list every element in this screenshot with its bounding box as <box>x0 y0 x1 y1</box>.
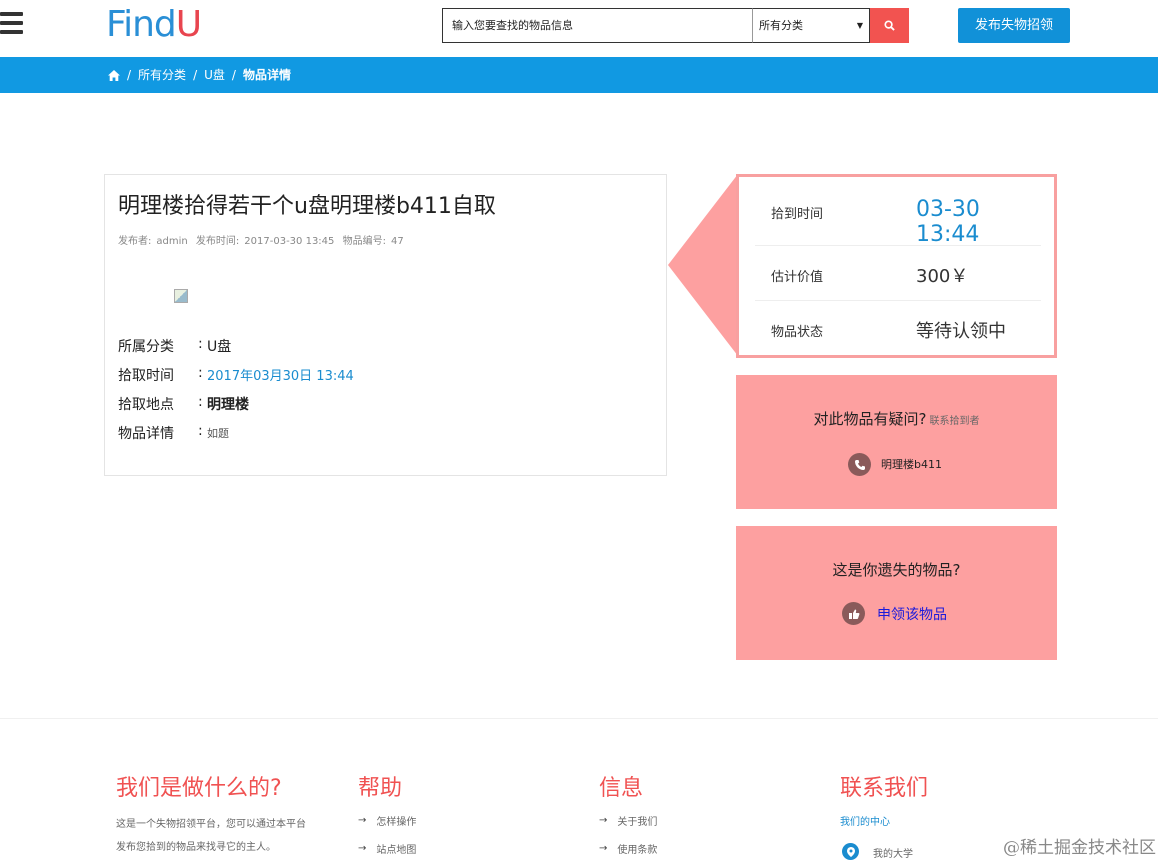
breadcrumb-item-usb[interactable]: U盘 <box>204 57 225 93</box>
divider <box>755 300 1041 301</box>
header: FindU 输入您要查找的物品信息 所有分类 ▼ 发布失物招领 <box>0 0 1169 57</box>
item-image <box>174 289 188 303</box>
detail-colon: : <box>198 336 203 352</box>
detail-row-time: 拾取时间 : 2017年03月30日 13:44 <box>118 365 354 385</box>
footer-info-link[interactable]: → 关于我们 <box>599 813 657 828</box>
footer-link-label: 站点地图 <box>376 845 417 856</box>
arrow-right-icon: → <box>599 815 608 826</box>
logo[interactable]: FindU <box>106 3 202 47</box>
detail-label: 所属分类 <box>118 339 174 355</box>
publisher-label: 发布者: <box>118 236 152 247</box>
footer-link-label: 关于我们 <box>617 817 658 828</box>
footer-info-link[interactable]: → 使用条款 <box>599 841 657 856</box>
detail-label: 物品详情 <box>118 426 174 442</box>
detail-colon: : <box>198 394 203 410</box>
footer-help-title: 帮助 <box>358 776 403 801</box>
location-pin-icon <box>842 843 859 860</box>
footer-contact-title: 联系我们 <box>840 776 929 801</box>
detail-row-description: 物品详情 : 如题 <box>118 423 229 443</box>
arrow-right-icon: → <box>358 815 367 826</box>
breadcrumb-separator: / <box>231 68 236 82</box>
footer-about-text: 这是一个失物招领平台，您可以通过本平台 <box>116 819 306 830</box>
claim-box: 这是你遗失的物品? 申领该物品 <box>736 526 1057 660</box>
footer-help-link[interactable]: → 站点地图 <box>358 841 416 856</box>
detail-row-category: 所属分类 : U盘 <box>118 336 231 356</box>
dropdown-caret-icon: ▼ <box>856 21 863 30</box>
phone-icon <box>848 453 871 476</box>
search-button[interactable] <box>870 8 909 43</box>
breadcrumb: / 所有分类 / U盘 / 物品详情 <box>0 57 1158 93</box>
contact-question-text: 对此物品有疑问? <box>813 410 927 428</box>
info-value: 300￥ <box>916 266 969 287</box>
contact-box: 对此物品有疑问? 联系拾到者 明理楼b411 <box>736 375 1057 509</box>
detail-value: 如题 <box>207 427 229 440</box>
item-info-box: 拾到时间 03-30 13:44 估计价值 300￥ 物品状态 等待认领中 <box>736 174 1057 358</box>
breadcrumb-separator: / <box>193 68 198 82</box>
claim-question: 这是你遗失的物品? <box>832 561 961 579</box>
claim-item-link[interactable]: 申领该物品 <box>877 604 947 624</box>
info-value: 等待认领中 <box>916 321 1006 342</box>
hand-point-icon <box>842 602 865 625</box>
item-id: 47 <box>390 236 404 247</box>
menu-icon[interactable] <box>0 12 23 34</box>
divider <box>755 245 1041 246</box>
breadcrumb-item-category[interactable]: 所有分类 <box>138 57 186 93</box>
detail-value: 明理楼 <box>207 397 249 413</box>
category-select-value: 所有分类 <box>759 19 803 32</box>
logo-part1: Find <box>106 4 177 45</box>
breadcrumb-separator: / <box>127 68 132 82</box>
item-meta: 发布者: admin 发布时间: 2017-03-30 13:45 物品编号: 47 <box>118 232 409 247</box>
home-icon[interactable] <box>108 69 120 81</box>
item-detail-card: 明理楼拾得若干个u盘明理楼b411自取 发布者: admin 发布时间: 2017-… <box>104 174 667 476</box>
publish-button[interactable]: 发布失物招领 <box>958 8 1070 43</box>
arrow-right-icon: → <box>358 843 367 854</box>
info-key: 物品状态 <box>771 325 824 340</box>
detail-row-location: 拾取地点 : 明理楼 <box>118 394 249 414</box>
watermark: @稀土掘金技术社区 <box>1003 838 1156 858</box>
footer-info-title: 信息 <box>599 776 644 801</box>
search-input[interactable]: 输入您要查找的物品信息 <box>442 8 754 43</box>
detail-label: 拾取时间 <box>118 368 174 384</box>
breadcrumb-item-current: 物品详情 <box>242 68 291 82</box>
publish-time-label: 发布时间: <box>195 236 240 247</box>
contact-question: 对此物品有疑问? 联系拾到者 <box>736 408 1057 429</box>
info-value: 03-30 13:44 <box>916 197 980 247</box>
footer-help-link[interactable]: → 怎样操作 <box>358 813 416 828</box>
footer-about-text: 发布您拾到的物品来找寻它的主人。 <box>116 842 276 853</box>
footer-contact-link[interactable]: 我们的中心 <box>840 813 890 828</box>
footer-about-title: 我们是做什么的? <box>116 776 282 801</box>
detail-colon: : <box>198 423 203 439</box>
arrow-right-icon: → <box>599 843 608 854</box>
footer-link-label: 使用条款 <box>617 845 658 856</box>
detail-value: 2017年03月30日 13:44 <box>207 369 354 384</box>
item-title: 明理楼拾得若干个u盘明理楼b411自取 <box>118 194 496 219</box>
item-id-label: 物品编号: <box>342 236 386 247</box>
footer-link-label: 怎样操作 <box>376 817 417 828</box>
footer-divider <box>0 718 1158 719</box>
info-key: 估计价值 <box>771 270 824 285</box>
info-key: 拾到时间 <box>771 207 824 222</box>
publisher: admin <box>156 236 188 247</box>
logo-part2: U <box>175 4 202 45</box>
contact-location: 明理楼b411 <box>881 458 942 471</box>
publish-time: 2017-03-30 13:45 <box>244 236 335 247</box>
category-select[interactable]: 所有分类 ▼ <box>752 8 870 43</box>
contact-hint: 联系拾到者 <box>929 416 980 427</box>
footer-contact-school: 我的大学 <box>873 849 913 860</box>
detail-value: U盘 <box>207 339 232 355</box>
detail-colon: : <box>198 365 203 381</box>
detail-label: 拾取地点 <box>118 397 174 413</box>
search-icon <box>884 20 895 31</box>
pointer-arrow <box>668 174 738 356</box>
